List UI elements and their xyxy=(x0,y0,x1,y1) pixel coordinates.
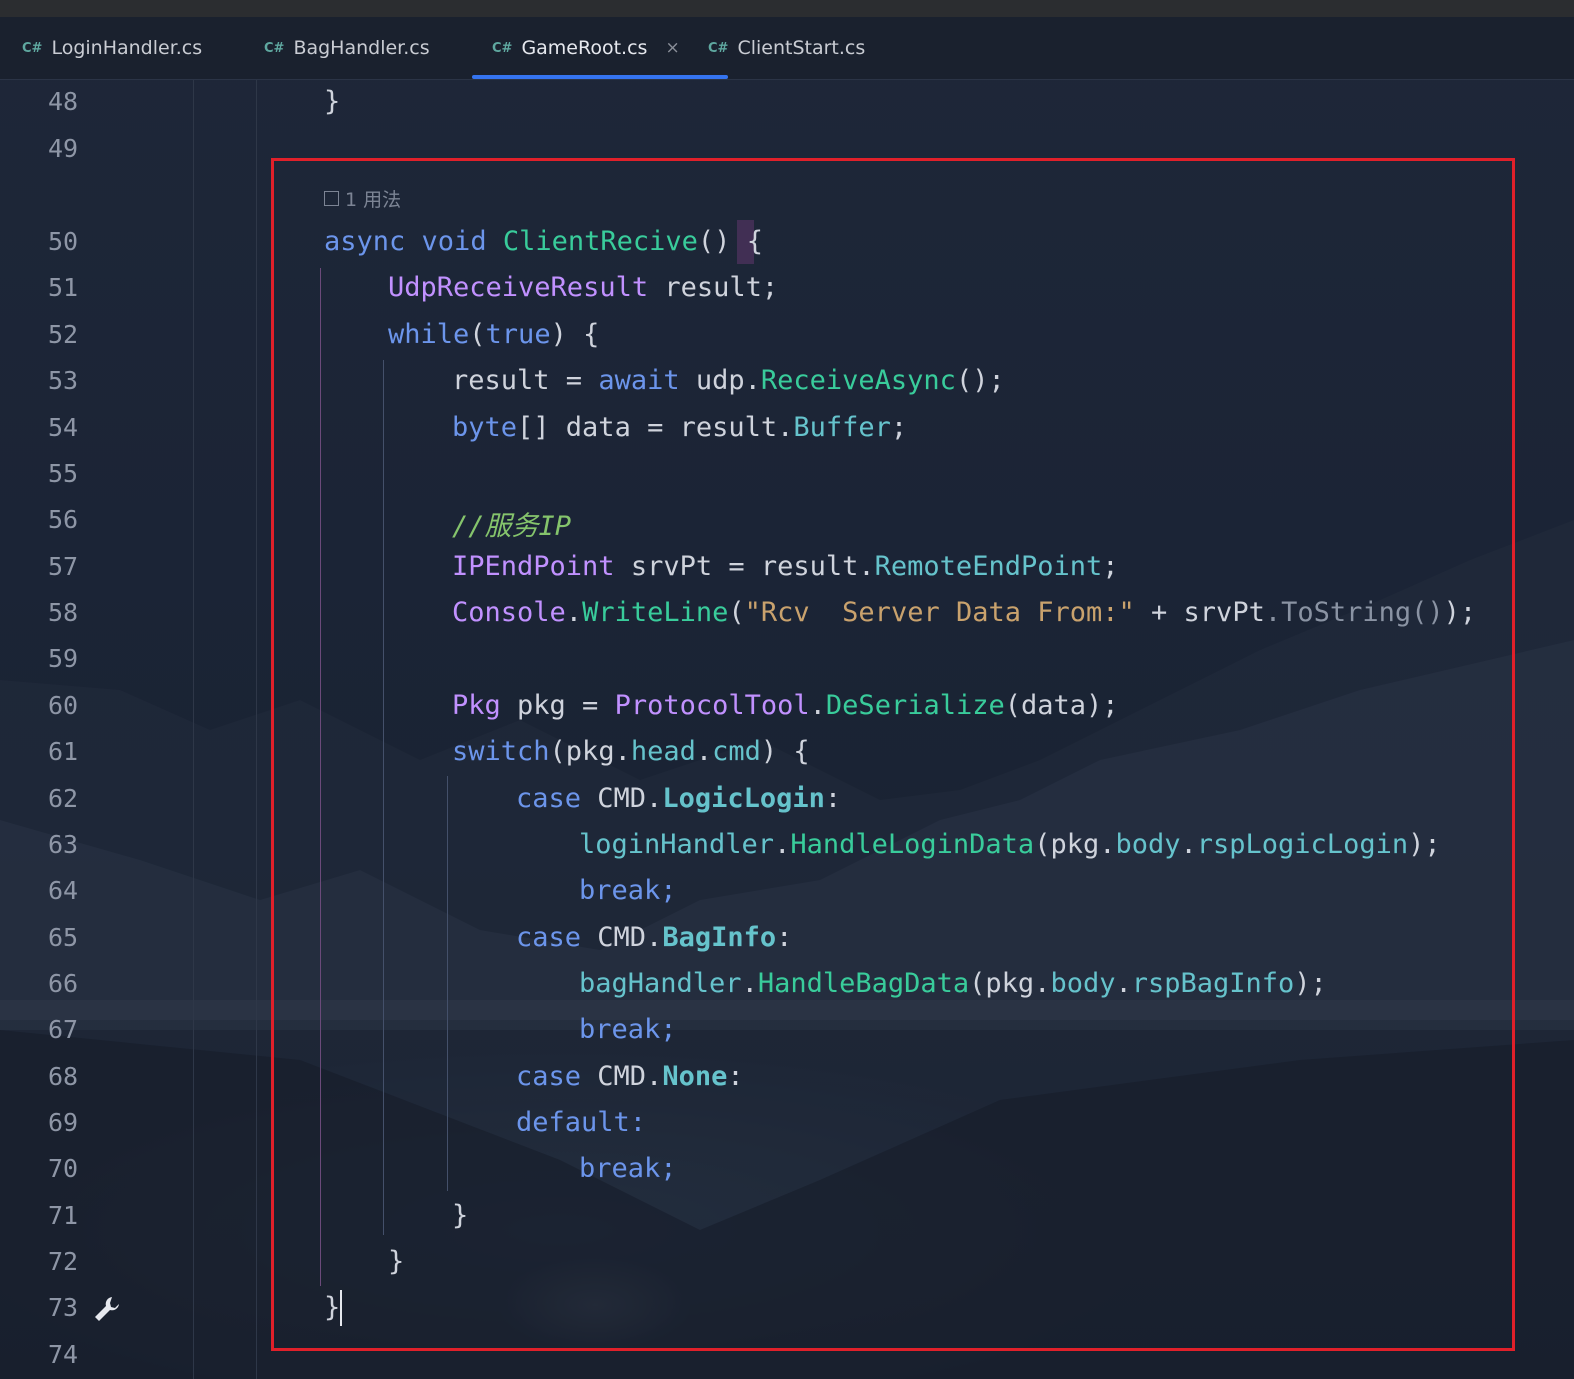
gutter-separator xyxy=(193,80,194,1379)
line-number: 68 xyxy=(48,1062,79,1091)
code-line-48[interactable]: } xyxy=(324,86,340,117)
editor-tab-bar: C# LoginHandler.cs C# BagHandler.cs C# G… xyxy=(0,17,1574,80)
line-number: 72 xyxy=(48,1247,79,1276)
line-number: 53 xyxy=(48,366,79,395)
csharp-file-icon: C# xyxy=(708,40,729,56)
line-number: 58 xyxy=(48,598,79,627)
line-number: 51 xyxy=(48,273,79,302)
highlight-annotation-box xyxy=(271,158,1515,1351)
line-number: 74 xyxy=(48,1340,79,1369)
line-number: 65 xyxy=(48,923,79,952)
csharp-file-icon: C# xyxy=(492,40,513,56)
line-number: 54 xyxy=(48,413,79,442)
window-top-bar xyxy=(0,0,1574,17)
line-number: 61 xyxy=(48,737,79,766)
line-number: 62 xyxy=(48,784,79,813)
line-number: 64 xyxy=(48,876,79,905)
line-number: 63 xyxy=(48,830,79,859)
line-number: 59 xyxy=(48,644,79,673)
close-icon[interactable]: × xyxy=(665,38,679,58)
line-number: 71 xyxy=(48,1201,79,1230)
line-number: 67 xyxy=(48,1015,79,1044)
line-number: 48 xyxy=(48,87,79,116)
line-number: 52 xyxy=(48,320,79,349)
line-number: 55 xyxy=(48,459,79,488)
tab-label: LoginHandler.cs xyxy=(51,37,203,59)
line-number: 57 xyxy=(48,552,79,581)
gutter-separator xyxy=(256,80,257,1379)
csharp-file-icon: C# xyxy=(22,40,43,56)
line-number: 56 xyxy=(48,505,79,534)
tab-label: GameRoot.cs xyxy=(521,37,648,59)
line-number: 66 xyxy=(48,969,79,998)
csharp-file-icon: C# xyxy=(264,40,285,56)
tab-baghandler[interactable]: C# BagHandler.cs xyxy=(264,17,430,79)
tab-clientstart[interactable]: C# ClientStart.cs xyxy=(708,17,865,79)
tab-label: ClientStart.cs xyxy=(737,37,866,59)
active-tab-indicator xyxy=(472,75,728,79)
tab-gameroot[interactable]: C# GameRoot.cs × xyxy=(472,17,728,79)
tab-loginhandler[interactable]: C# LoginHandler.cs xyxy=(22,17,202,79)
line-number: 49 xyxy=(48,134,79,163)
line-number: 69 xyxy=(48,1108,79,1137)
wrench-icon[interactable] xyxy=(92,1294,122,1324)
line-number: 60 xyxy=(48,691,79,720)
tab-label: BagHandler.cs xyxy=(293,37,430,59)
line-number: 50 xyxy=(48,227,79,256)
line-number: 70 xyxy=(48,1154,79,1183)
